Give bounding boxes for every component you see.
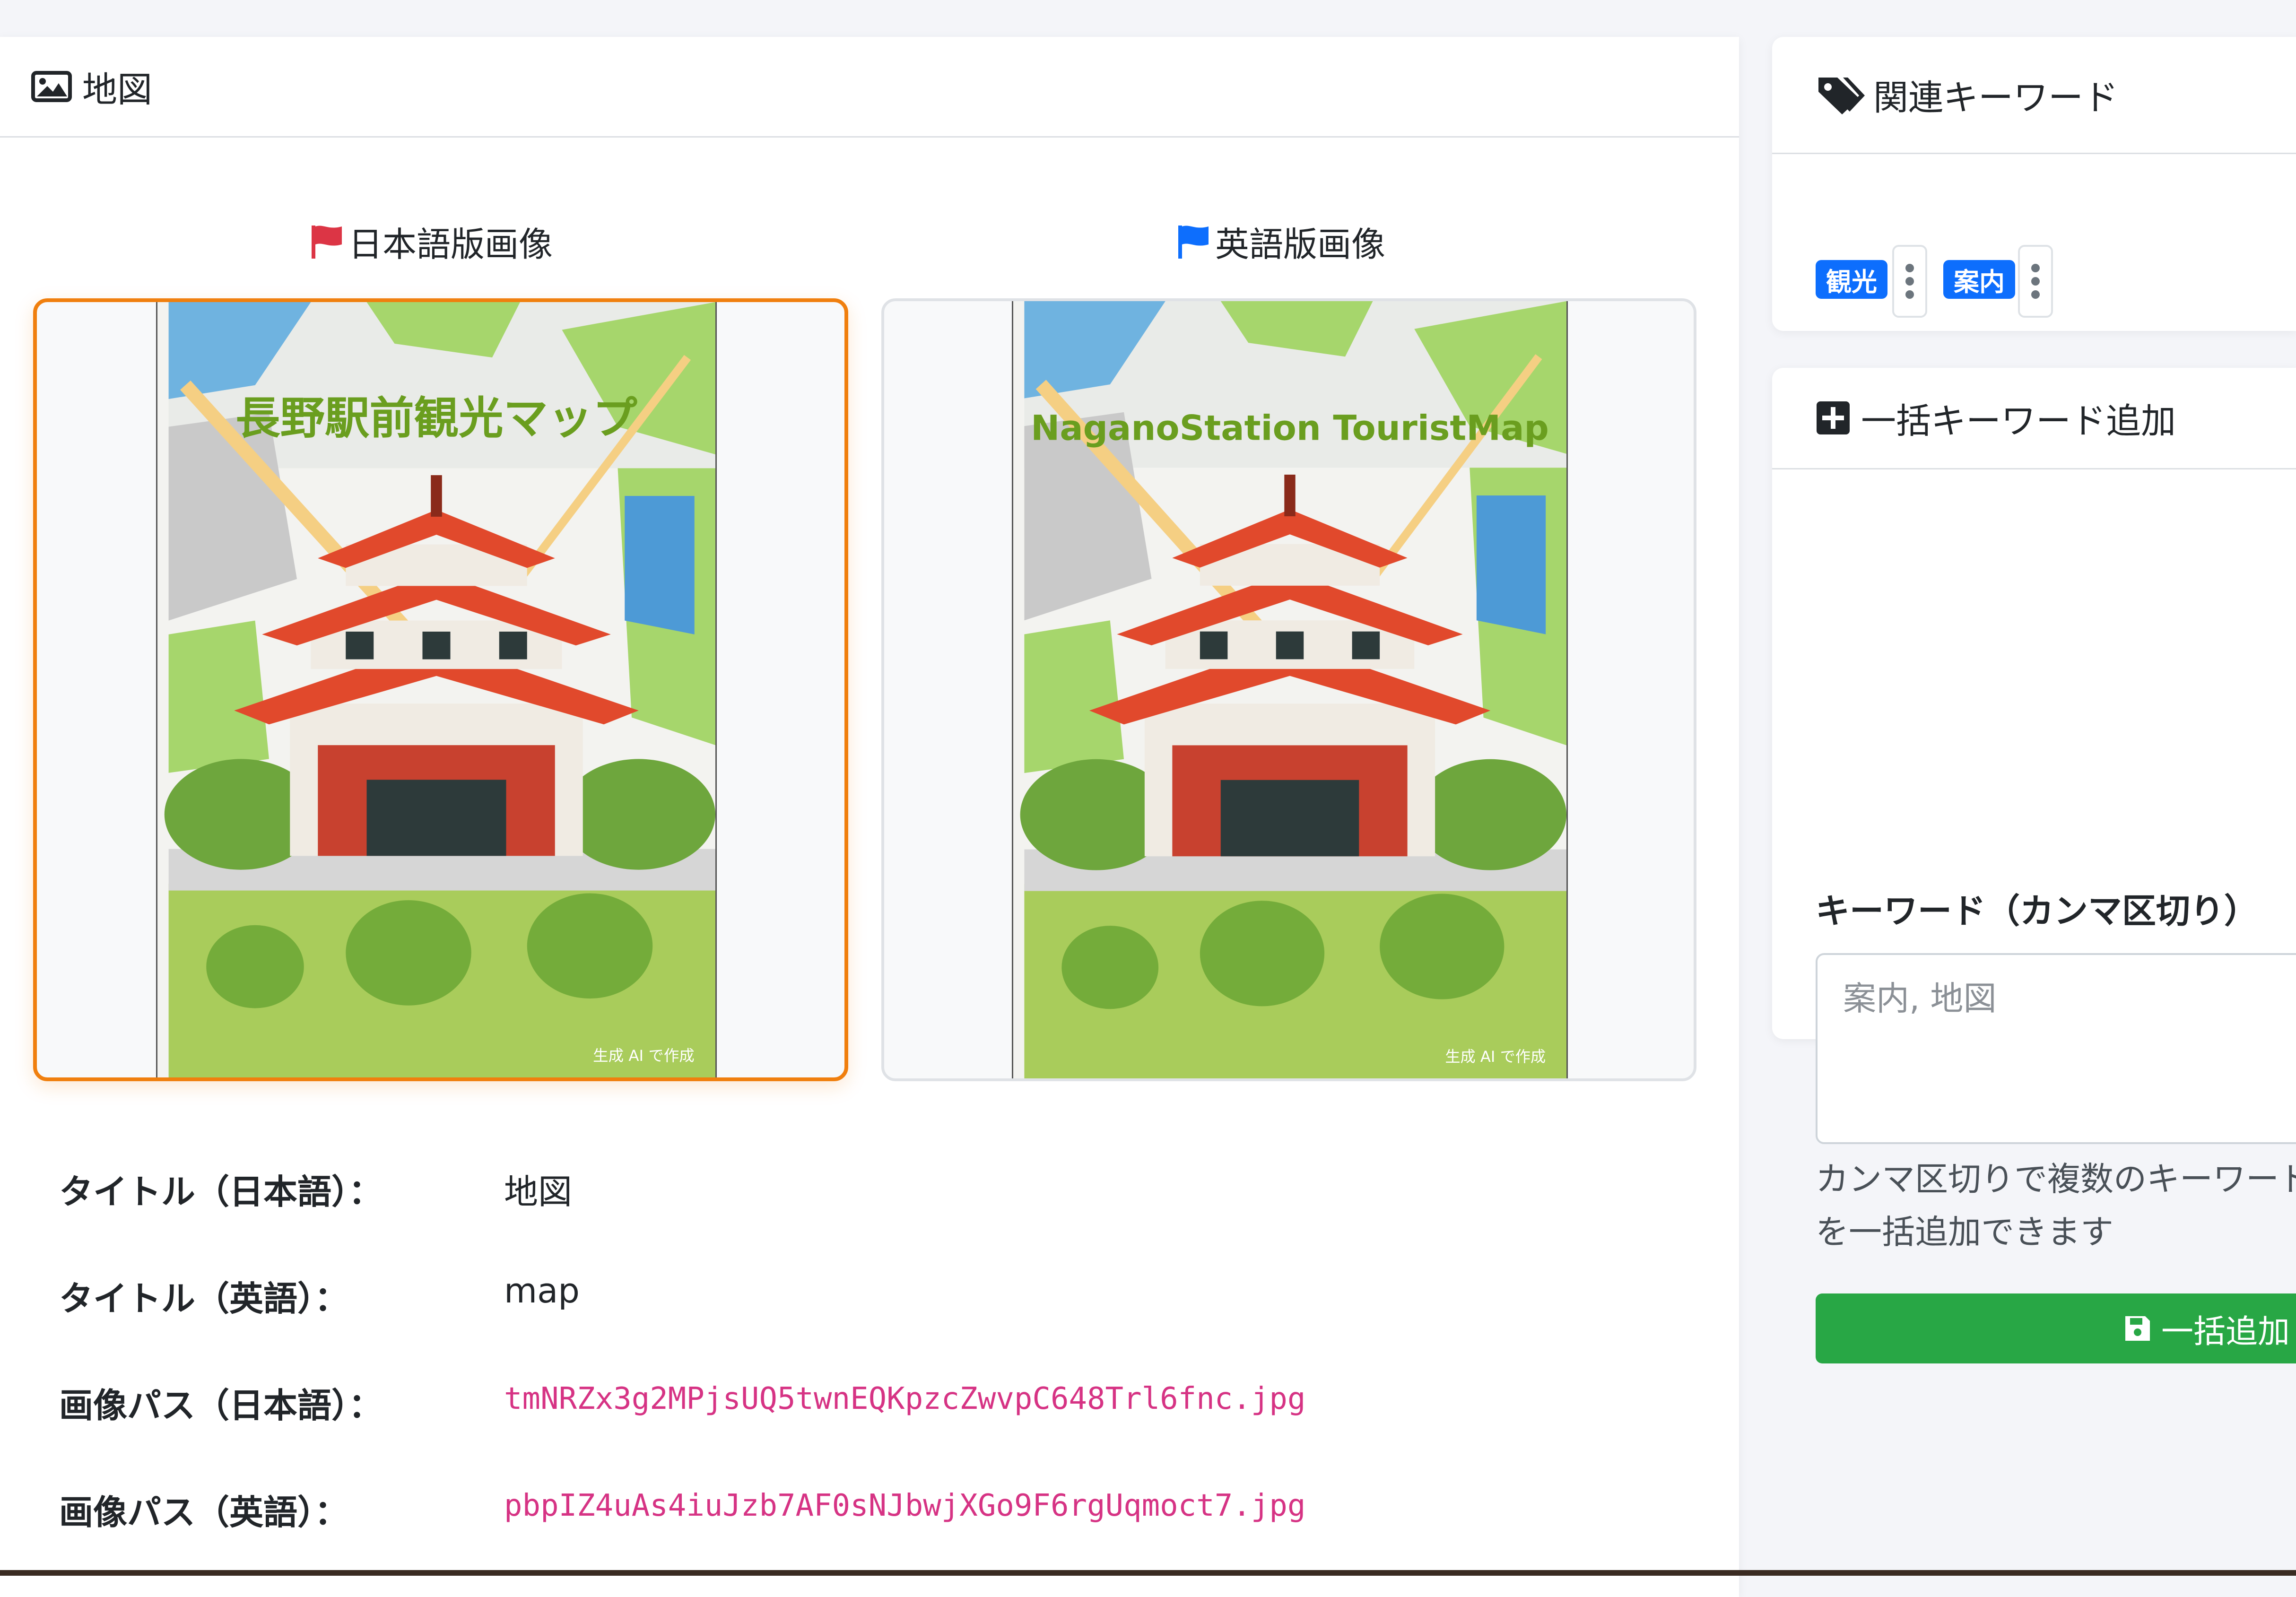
bulk-keyword-help: カンマ区切りで複数のキーワードを一括追加できます xyxy=(1816,1160,2296,1251)
japanese-map-image: 長野駅前観光マップ 生成 AI で作成 xyxy=(156,302,717,1077)
dot-icon xyxy=(1905,290,1914,299)
bulk-add-button[interactable]: 一括追加 xyxy=(1816,1293,2296,1363)
window-bottom-edge xyxy=(0,1570,2296,1576)
dot-icon xyxy=(2031,277,2040,286)
dot-icon xyxy=(1905,264,1914,272)
keyword-input-label: キーワード（カンマ区切り） xyxy=(1816,891,2259,931)
bulk-keyword-input[interactable] xyxy=(1816,953,2296,1144)
japanese-image-option[interactable]: 長野駅前観光マップ 生成 AI で作成 xyxy=(33,298,848,1081)
keyword-menu-button-kanko[interactable] xyxy=(1892,245,1927,318)
plus-square-icon xyxy=(1817,401,1850,434)
related-keywords-header: 関連キーワード xyxy=(1772,37,2296,154)
info-value-title-ja: 地図 xyxy=(504,1172,573,1212)
map-card-header: 地図 xyxy=(0,37,1739,138)
info-value-path-ja: tmNRZx3g2MPjsUQ5twnEQKpzcZwvpC648Trl6fnc… xyxy=(504,1381,1306,1416)
bulk-keyword-header: 一括キーワード追加 xyxy=(1772,368,2296,469)
related-keywords-card: 関連キーワード 観光 案内 xyxy=(1772,37,2296,331)
map-card: 地図 日本語版画像 英語版画像 長野駅前観光マップ 生成 AI で作成 Naga… xyxy=(0,37,1739,1597)
info-label-path-ja: 画像パス（日本語）： xyxy=(59,1386,383,1425)
dot-icon xyxy=(1905,277,1914,286)
image-icon xyxy=(31,71,72,102)
english-image-label: 英語版画像 xyxy=(1176,217,1385,266)
english-map-watermark: 生成 AI で作成 xyxy=(1445,1048,1546,1066)
keyword-badge-annai[interactable]: 案内 xyxy=(1943,260,2015,299)
info-value-path-en: pbpIZ4uAs4iuJzb7AF0sNJbwjXGo9F6rgUqmoct7… xyxy=(504,1488,1306,1523)
info-label-title-ja: タイトル（日本語）： xyxy=(59,1172,383,1212)
english-map-image: NaganoStation TouristMap 生成 AI で作成 xyxy=(1012,301,1568,1078)
info-label-path-en: 画像パス（英語）： xyxy=(59,1493,349,1532)
keyword-badge-kanko[interactable]: 観光 xyxy=(1816,260,1887,299)
flag-icon xyxy=(312,225,342,259)
tags-icon xyxy=(1818,77,1865,114)
bulk-keyword-title: 一括キーワード追加 xyxy=(1861,400,2176,442)
dot-icon xyxy=(2031,290,2040,299)
bulk-add-button-label: 一括追加 xyxy=(2161,1313,2290,1351)
japanese-image-label: 日本語版画像 xyxy=(310,217,553,266)
info-label-title-en: タイトル（英語）： xyxy=(59,1279,349,1319)
keyword-menu-button-annai[interactable] xyxy=(2018,245,2053,318)
bulk-keyword-card: 一括キーワード追加 キーワード（カンマ区切り） カンマ区切りで複数のキーワードを… xyxy=(1772,368,2296,1363)
japanese-map-title: 長野駅前観光マップ xyxy=(235,393,637,445)
dot-icon xyxy=(2031,264,2040,272)
related-keywords-title: 関連キーワード xyxy=(1873,78,2118,118)
save-icon xyxy=(2125,1316,2150,1341)
english-image-option[interactable]: NaganoStation TouristMap 生成 AI で作成 xyxy=(881,298,1696,1081)
flag-icon xyxy=(1178,225,1209,259)
japanese-map-watermark: 生成 AI で作成 xyxy=(593,1047,695,1065)
map-card-title: 地図 xyxy=(82,69,152,110)
english-map-title: NaganoStation TouristMap xyxy=(1031,408,1549,448)
info-value-title-en: map xyxy=(504,1271,580,1311)
